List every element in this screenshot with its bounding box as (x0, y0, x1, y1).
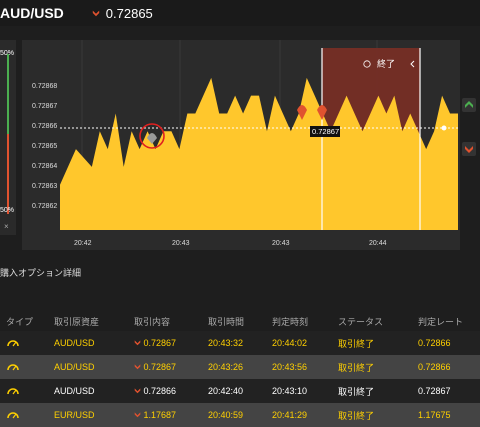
asset-pair: AUD/USD (0, 5, 64, 21)
row-status: 取引終了 (338, 410, 375, 421)
header-status: ステータス (338, 316, 384, 327)
row-asset: AUD/USD (54, 338, 95, 348)
header-content: 取引内容 (134, 316, 171, 327)
gauge-icon (6, 385, 36, 397)
row-judge: 20:44:02 (272, 338, 308, 348)
x-tick-label: 20:42 (74, 240, 92, 247)
row-time: 20:40:59 (208, 410, 244, 420)
row-asset: EUR/USD (54, 410, 95, 420)
chevron-down-icon (92, 10, 99, 17)
table-row[interactable]: AUD/USD 0.72867 20:43:26 20:43:56 取引終了 0… (0, 355, 480, 379)
row-rate: 0.72866 (418, 362, 451, 372)
gauge-bottom-label: 50% (0, 207, 15, 214)
y-tick-label: 0.72862 (32, 203, 57, 210)
header-type: タイプ (6, 316, 34, 327)
chevron-down-icon (465, 146, 473, 153)
chart-container: 50% 50% × 0.72868 0.72867 0.72866 0.72865 0.… (0, 40, 480, 250)
buy-up-button[interactable] (462, 98, 476, 112)
sentiment-gauge: 50% 50% × (0, 40, 16, 235)
chevron-down-icon (134, 364, 141, 370)
current-price: 0.72865 (105, 5, 153, 21)
row-rate: 0.72867 (418, 386, 451, 396)
price-chart: 0.72868 0.72867 0.72866 0.72865 0.72864 0.728… (22, 40, 460, 250)
price-tooltip-label: 0.72867 (312, 127, 339, 136)
table-header: タイプ 取引原資産 取引内容 取引時間 判定時刻 ステータス 判定レート (0, 311, 480, 331)
gauge-top-label: 50% (0, 50, 15, 57)
row-content: 0.72867 (134, 338, 176, 348)
row-status: 取引終了 (338, 338, 375, 349)
current-price-dot (441, 125, 447, 131)
top-bar: AUD/USD 0.72865 (0, 0, 480, 26)
y-tick-label: 0.72864 (32, 163, 57, 170)
chart-svg: 0.72868 0.72867 0.72866 0.72865 0.72864 0.728… (32, 40, 460, 247)
gauge-icon (6, 361, 36, 373)
y-tick-label: 0.72867 (32, 103, 57, 110)
row-judge: 20:41:29 (272, 410, 308, 420)
header-asset: 取引原資産 (54, 316, 100, 327)
expiry-label: 終了 (377, 58, 395, 70)
chevron-down-icon (134, 388, 141, 394)
row-time: 20:43:26 (208, 362, 244, 372)
x-tick-label: 20:43 (272, 240, 290, 247)
options-table: タイプ 取引原資産 取引内容 取引時間 判定時刻 ステータス 判定レート AUD… (0, 311, 480, 427)
row-status: 取引終了 (338, 386, 375, 397)
gauge-icon (6, 409, 36, 421)
x-tick-label: 20:44 (369, 240, 387, 247)
row-asset: AUD/USD (54, 386, 95, 396)
row-time: 20:42:40 (208, 386, 244, 396)
row-asset: AUD/USD (54, 362, 95, 372)
table-row[interactable]: EUR/USD 1.17687 20:40:59 20:41:29 取引終了 1… (0, 403, 480, 427)
header-rate: 判定レート (418, 316, 464, 327)
row-content: 1.17687 (134, 410, 176, 420)
table-row[interactable]: AUD/USD 0.72867 20:43:32 20:44:02 取引終了 0… (0, 331, 480, 355)
section-title: 購入オプション詳細 (0, 268, 82, 278)
chevron-up-icon (465, 101, 473, 108)
gauge-icon (6, 337, 36, 349)
gauge-close-icon[interactable]: × (4, 222, 9, 231)
table-row[interactable]: AUD/USD 0.72866 20:42:40 20:43:10 取引終了 0… (0, 379, 480, 403)
chevron-down-icon (134, 412, 141, 418)
row-time: 20:43:32 (208, 338, 244, 348)
header-time: 取引時間 (208, 316, 245, 327)
y-tick-label: 0.72868 (32, 83, 57, 90)
gauge-bar (7, 54, 9, 214)
row-status: 取引終了 (338, 362, 375, 373)
x-tick-label: 20:43 (172, 240, 190, 247)
row-judge: 20:43:10 (272, 386, 308, 396)
header-judge: 判定時刻 (272, 316, 309, 327)
y-tick-label: 0.72865 (32, 143, 57, 150)
row-content: 0.72867 (134, 362, 176, 372)
row-content: 0.72866 (134, 386, 176, 396)
y-tick-label: 0.72866 (32, 123, 57, 130)
row-rate: 1.17675 (418, 410, 451, 420)
row-rate: 0.72866 (418, 338, 451, 348)
row-judge: 20:43:56 (272, 362, 308, 372)
chevron-down-icon (134, 340, 141, 346)
buy-down-button[interactable] (462, 142, 476, 156)
y-tick-label: 0.72863 (32, 183, 57, 190)
